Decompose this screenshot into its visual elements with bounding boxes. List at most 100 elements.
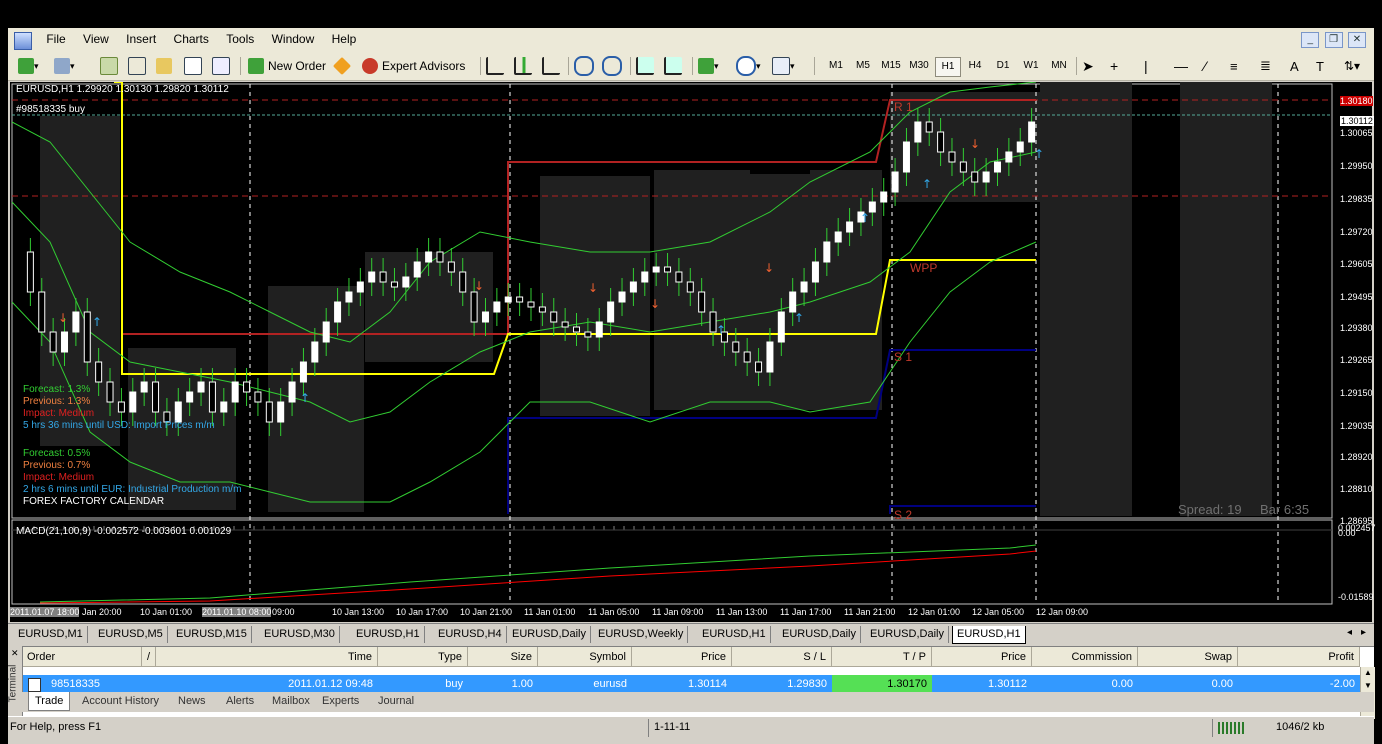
column-header[interactable]: / bbox=[142, 647, 156, 667]
terminal-tab[interactable]: Journal bbox=[372, 692, 420, 710]
profiles-button[interactable]: ▾ bbox=[54, 56, 75, 76]
indicators-button[interactable]: ▾ bbox=[698, 56, 719, 76]
terminal-tab[interactable]: News bbox=[172, 692, 212, 710]
chart-tab[interactable]: EURUSD,H1 bbox=[352, 626, 425, 643]
expert-advisors-icon bbox=[362, 58, 378, 74]
menu-help[interactable]: Help bbox=[325, 28, 364, 50]
chart-tab[interactable]: EURUSD,Daily bbox=[778, 626, 861, 643]
macd-main-line bbox=[39, 544, 1037, 603]
chart-tab[interactable]: EURUSD,Daily bbox=[866, 626, 949, 643]
crosshair-button[interactable]: + bbox=[1110, 56, 1118, 76]
chart-tab[interactable]: EURUSD,Daily bbox=[508, 626, 591, 643]
terminal-close-icon[interactable]: ✕ bbox=[11, 648, 19, 659]
pivot-r1-label: R 1 bbox=[894, 100, 913, 114]
timeframe-h1[interactable]: H1 bbox=[935, 57, 961, 77]
terminal-tab[interactable]: Trade bbox=[28, 692, 71, 711]
tester-button[interactable] bbox=[212, 56, 230, 76]
timeframe-d1[interactable]: D1 bbox=[991, 57, 1015, 75]
chart-tab[interactable]: EURUSD,H1 bbox=[698, 626, 771, 643]
column-header[interactable]: Time bbox=[156, 647, 378, 667]
terminal-button[interactable] bbox=[184, 56, 202, 76]
bar-chart-button[interactable] bbox=[486, 56, 504, 76]
templates-button[interactable]: ▾ bbox=[772, 56, 795, 76]
column-header[interactable]: Symbol bbox=[538, 647, 632, 667]
menu-bar: File View Insert Charts Tools Window Hel… bbox=[8, 28, 1374, 53]
expert-advisors-button[interactable]: Expert Advisors bbox=[362, 56, 465, 76]
timeframe-mn[interactable]: MN bbox=[1047, 57, 1071, 75]
arrows-button[interactable]: ⇅▾ bbox=[1344, 56, 1360, 76]
timeframe-m30[interactable]: M30 bbox=[907, 57, 931, 75]
terminal-tab[interactable]: Account History bbox=[76, 692, 165, 710]
timeframe-m15[interactable]: M15 bbox=[879, 57, 903, 75]
chart-window[interactable]: ↓ ↑ ↑ ↓ ↓ ↓ ↑ ↓ ↑ ↑ ↑ ↓ ↑ EURUSD,H1 1.29920 1.30130 … bbox=[10, 82, 1376, 622]
menu-tools[interactable]: Tools bbox=[219, 28, 261, 50]
market-watch-button[interactable] bbox=[100, 56, 118, 76]
column-header[interactable]: Profit bbox=[1238, 647, 1360, 667]
column-header[interactable]: Order bbox=[22, 647, 142, 667]
candle-chart-button[interactable] bbox=[514, 56, 532, 76]
column-header[interactable]: Price bbox=[932, 647, 1032, 667]
timeframe-m1[interactable]: M1 bbox=[824, 57, 848, 75]
menu-window[interactable]: Window bbox=[265, 28, 322, 50]
candle-body bbox=[334, 301, 342, 323]
timeframe-m5[interactable]: M5 bbox=[851, 57, 875, 75]
scroll-up-icon[interactable]: ▲ bbox=[1364, 668, 1372, 677]
restore-icon[interactable]: ❐ bbox=[1324, 32, 1343, 48]
profiles-icon bbox=[54, 58, 70, 74]
price-chart[interactable]: ↓ ↑ ↑ ↓ ↓ ↓ ↑ ↓ ↑ ↑ ↑ ↓ ↑ bbox=[10, 82, 1372, 622]
line-chart-icon bbox=[542, 57, 560, 75]
zoom-out-button[interactable] bbox=[602, 56, 622, 76]
column-header[interactable]: S / L bbox=[732, 647, 832, 667]
time-axis-label: 12 Jan 05:00 bbox=[972, 607, 1025, 617]
new-order-button[interactable]: New Order bbox=[248, 56, 326, 76]
terminal-tab[interactable]: Experts bbox=[316, 692, 365, 710]
periods-button[interactable]: ▾ bbox=[736, 56, 761, 76]
trendline-button[interactable]: ⁄ bbox=[1204, 56, 1206, 76]
column-header[interactable]: T / P bbox=[832, 647, 932, 667]
data-window-button[interactable] bbox=[156, 56, 172, 76]
terminal-tab[interactable]: Alerts bbox=[220, 692, 260, 710]
menu-insert[interactable]: Insert bbox=[119, 28, 163, 50]
text-label-button[interactable]: T bbox=[1316, 56, 1324, 76]
menu-file[interactable]: File bbox=[39, 28, 72, 50]
fibonacci-button[interactable]: ≣ bbox=[1260, 56, 1271, 76]
chart-tab[interactable]: EURUSD,Weekly bbox=[594, 626, 689, 643]
text-button[interactable]: A bbox=[1290, 56, 1299, 76]
warning-button[interactable] bbox=[332, 56, 352, 76]
chart-tab[interactable]: EURUSD,H1 bbox=[952, 626, 1026, 644]
text-icon: A bbox=[1290, 58, 1299, 74]
scroll-down-icon[interactable]: ▼ bbox=[1364, 681, 1372, 690]
column-header[interactable]: Commission bbox=[1032, 647, 1138, 667]
tabs-scroll-right-icon[interactable]: ▸ bbox=[1361, 627, 1366, 638]
timeframe-w1[interactable]: W1 bbox=[1019, 57, 1043, 75]
minimize-icon[interactable]: _ bbox=[1301, 32, 1320, 48]
chart-shift-button[interactable] bbox=[664, 56, 682, 76]
tabs-scroll-left-icon[interactable]: ◂ bbox=[1347, 627, 1352, 638]
cursor-button[interactable]: ➤ bbox=[1082, 56, 1094, 76]
terminal-tab[interactable]: Mailbox bbox=[266, 692, 316, 710]
column-header[interactable]: Swap bbox=[1138, 647, 1238, 667]
column-header[interactable]: Size bbox=[468, 647, 538, 667]
app-icon[interactable] bbox=[14, 32, 32, 50]
zoom-in-button[interactable] bbox=[574, 56, 594, 76]
chart-tab[interactable]: EURUSD,M1 bbox=[14, 626, 88, 643]
menu-charts[interactable]: Charts bbox=[167, 28, 216, 50]
new-chart-button[interactable]: ▾ bbox=[18, 56, 39, 76]
column-header[interactable]: Price bbox=[632, 647, 732, 667]
vertical-line-button[interactable]: | bbox=[1144, 56, 1148, 76]
chart-tab[interactable]: EURUSD,M5 bbox=[94, 626, 168, 643]
arrows-icon: ⇅▾ bbox=[1344, 59, 1361, 73]
column-header[interactable]: Type bbox=[378, 647, 468, 667]
chart-tab[interactable]: EURUSD,H4 bbox=[434, 626, 507, 643]
horizontal-line-button[interactable]: — bbox=[1174, 56, 1188, 76]
cursor-icon: ➤ bbox=[1082, 57, 1094, 74]
chart-tab[interactable]: EURUSD,M30 bbox=[260, 626, 340, 643]
close-icon[interactable]: ✕ bbox=[1348, 32, 1366, 48]
channel-button[interactable]: ≡ bbox=[1230, 56, 1238, 76]
menu-view[interactable]: View bbox=[76, 28, 116, 50]
auto-scroll-button[interactable] bbox=[636, 56, 654, 76]
chart-tab[interactable]: EURUSD,M15 bbox=[172, 626, 252, 643]
timeframe-h4[interactable]: H4 bbox=[963, 57, 987, 75]
navigator-button[interactable] bbox=[128, 56, 146, 76]
line-chart-button[interactable] bbox=[542, 56, 560, 76]
